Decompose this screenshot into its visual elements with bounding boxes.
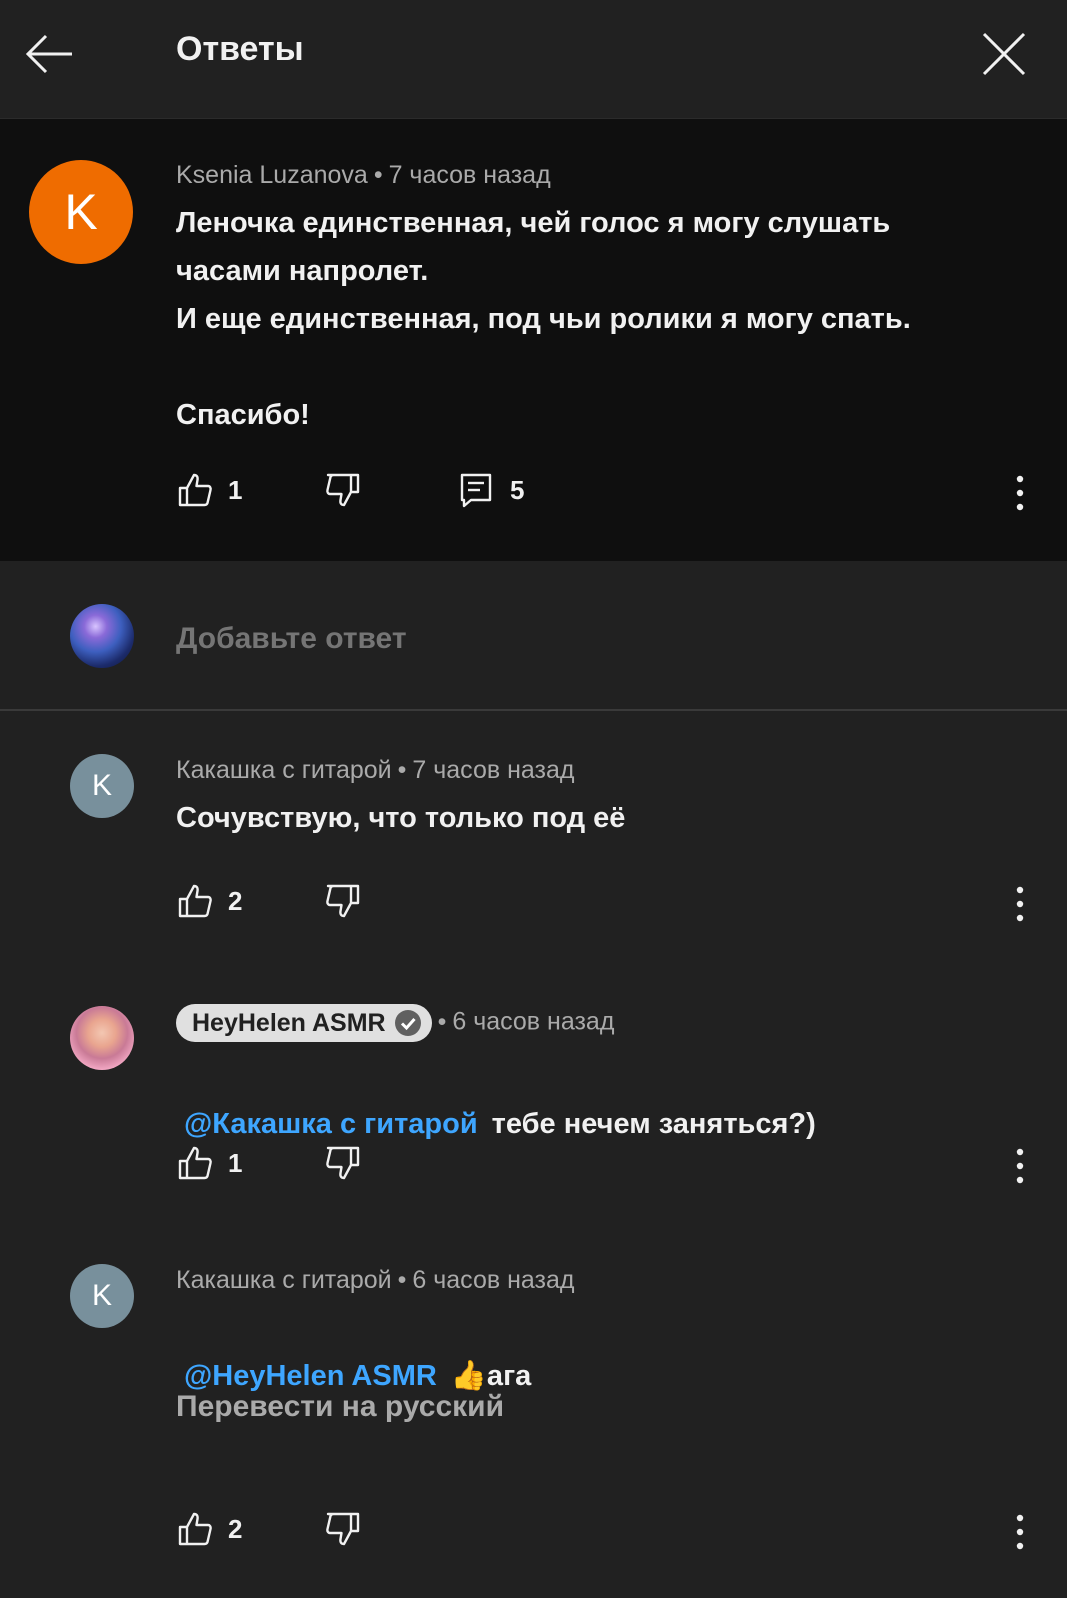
page-title: Ответы [176, 30, 304, 68]
dislike-button[interactable] [324, 882, 362, 920]
reply-count: 5 [510, 474, 525, 505]
comment-meta: Ksenia Luzanova • 7 часов назад [176, 161, 551, 189]
reply-input[interactable] [176, 619, 996, 659]
mention-link[interactable]: @HeyHelen ASMR [184, 1360, 437, 1392]
more-options-icon[interactable] [1010, 1512, 1030, 1552]
avatar[interactable] [70, 1006, 134, 1070]
thumbs-up-icon [178, 1512, 212, 1546]
creator-badge[interactable]: HeyHelen ASMR [176, 1004, 432, 1042]
comment-text: @HeyHelen ASMR 👍ага [184, 1304, 1044, 1400]
thumbs-down-icon [326, 473, 360, 507]
main-comment: K Ksenia Luzanova • 7 часов назад Леночка … [0, 119, 1067, 561]
author-name: HeyHelen ASMR [192, 1008, 386, 1037]
avatar[interactable]: K [70, 1264, 134, 1328]
like-button[interactable]: 2 [176, 882, 242, 920]
timestamp: 6 часов назад [412, 1266, 575, 1294]
dislike-button[interactable] [324, 1510, 362, 1548]
more-options-icon[interactable] [1010, 473, 1030, 513]
thumbs-down-icon [326, 1146, 360, 1180]
comment-text: Леночка единственная, чей голос я могу с… [176, 207, 911, 431]
translate-link[interactable]: Перевести на русский [176, 1390, 504, 1424]
avatar[interactable]: K [29, 160, 133, 264]
like-count: 2 [228, 1513, 243, 1544]
reply-item: K Какашка с гитарой • 7 часов назад Сочувс… [0, 710, 1067, 950]
thumbs-up-icon [178, 473, 212, 507]
timestamp: 7 часов назад [388, 161, 551, 189]
timestamp: 7 часов назад [412, 756, 575, 784]
like-count: 2 [228, 885, 243, 916]
close-icon[interactable] [978, 28, 1030, 80]
reply-count-button[interactable]: 5 [458, 471, 524, 509]
comment-meta: HeyHelen ASMR • 6 часов назад [176, 1004, 614, 1042]
comment-meta: Какашка с гитарой • 6 часов назад [176, 1266, 575, 1294]
header: Ответы [0, 0, 1067, 119]
author-name[interactable]: Какашка с гитарой [176, 756, 392, 784]
comment-body: тебе нечем заняться?) [491, 1108, 816, 1140]
author-name[interactable]: Ksenia Luzanova [176, 161, 368, 189]
dislike-button[interactable] [324, 1144, 362, 1182]
comment-meta: Какашка с гитарой • 7 часов назад [176, 756, 575, 784]
comment-text: @Какашка с гитарой тебе нечем заняться?) [184, 1052, 1044, 1148]
avatar[interactable]: K [70, 754, 134, 818]
reply-item: K Какашка с гитарой • 6 часов назад @HeyHe… [0, 1220, 1067, 1598]
verified-check-icon [394, 1010, 421, 1036]
like-count: 1 [228, 474, 243, 505]
like-button[interactable]: 2 [176, 1510, 242, 1548]
comment-text: Сочувствую, что только под её [176, 802, 626, 834]
comment-icon [460, 473, 492, 508]
like-count: 1 [228, 1147, 243, 1178]
add-reply-bar [0, 561, 1067, 711]
comment-body: 👍ага [450, 1360, 532, 1392]
more-options-icon[interactable] [1010, 1146, 1030, 1186]
user-avatar[interactable] [70, 604, 134, 668]
back-arrow-icon[interactable] [24, 28, 76, 80]
thumbs-up-icon [178, 1146, 212, 1180]
author-name[interactable]: Какашка с гитарой [176, 1266, 392, 1294]
thumbs-up-icon [178, 884, 212, 918]
like-button[interactable]: 1 [176, 471, 242, 509]
more-options-icon[interactable] [1010, 884, 1030, 924]
thumbs-down-icon [326, 884, 360, 918]
timestamp: 6 часов назад [452, 1007, 615, 1036]
dislike-button[interactable] [324, 471, 362, 509]
reply-item: HeyHelen ASMR • 6 часов назад @Какашка с … [0, 960, 1067, 1210]
thumbs-down-icon [326, 1512, 360, 1546]
like-button[interactable]: 1 [176, 1144, 242, 1182]
mention-link[interactable]: @Какашка с гитарой [184, 1108, 478, 1140]
